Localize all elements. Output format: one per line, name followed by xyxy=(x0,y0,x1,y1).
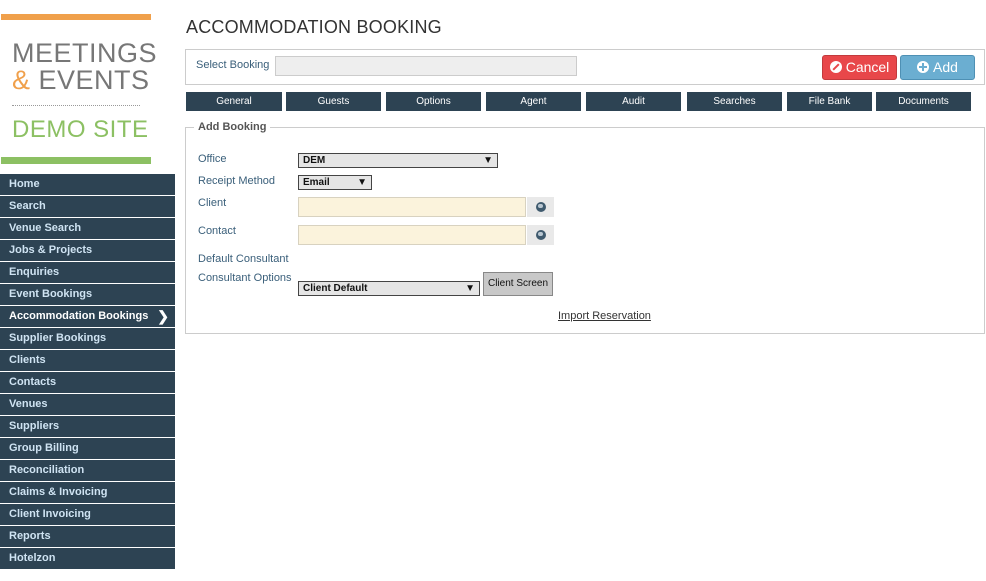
chevron-right-icon: ❯ xyxy=(157,308,169,324)
caret-down-icon: ▼ xyxy=(465,283,475,294)
sidebar-item-label: Suppliers xyxy=(9,420,60,432)
sidebar-item-label: Hotelzon xyxy=(9,552,56,564)
sidebar-item-label: Contacts xyxy=(9,376,57,388)
client-label: Client xyxy=(198,197,227,209)
caret-down-icon: ▼ xyxy=(483,155,493,166)
sidebar-item-label: Reconciliation xyxy=(9,464,85,476)
sidebar-item-reports[interactable]: Reports xyxy=(0,526,175,547)
office-label: Office xyxy=(198,153,227,165)
sidebar-item-jobs-projects[interactable]: Jobs & Projects xyxy=(0,240,175,261)
sidebar-item-venue-search[interactable]: Venue Search xyxy=(0,218,175,239)
contact-label: Contact xyxy=(198,225,236,237)
import-reservation-link[interactable]: Import Reservation xyxy=(558,310,651,322)
sidebar-item-home[interactable]: Home xyxy=(0,174,175,195)
sidebar-item-label: Jobs & Projects xyxy=(9,244,93,256)
sidebar-item-label: Enquiries xyxy=(9,266,60,278)
sidebar-item-label: Reports xyxy=(9,530,51,542)
tab-documents[interactable]: Documents xyxy=(876,92,971,111)
sidebar-item-label: Client Invoicing xyxy=(9,508,91,520)
sidebar-item-label: Accommodation Bookings xyxy=(9,310,149,322)
sidebar-item-search[interactable]: Search xyxy=(0,196,175,217)
sidebar-item-venues[interactable]: Venues xyxy=(0,394,175,415)
add-button[interactable]: Add xyxy=(900,55,975,80)
consultant-options-select[interactable]: Client Default ▼ xyxy=(298,281,480,296)
sidebar-item-client-invoicing[interactable]: Client Invoicing xyxy=(0,504,175,525)
sidebar-item-label: Group Billing xyxy=(9,442,79,454)
sidebar-item-label: Home xyxy=(9,178,40,190)
globe-icon xyxy=(536,202,546,212)
sidebar-item-label: Claims & Invoicing xyxy=(9,486,108,498)
sidebar-item-accommodation-bookings[interactable]: Accommodation Bookings ❯ xyxy=(0,306,175,327)
receipt-method-label: Receipt Method xyxy=(198,175,276,187)
sidebar-nav: Home Search Venue Search Jobs & Projects… xyxy=(0,174,175,570)
sidebar-item-label: Event Bookings xyxy=(9,288,93,300)
sidebar-item-group-billing[interactable]: Group Billing xyxy=(0,438,175,459)
ban-icon xyxy=(829,61,842,73)
client-screen-button[interactable]: Client Screen xyxy=(483,272,553,296)
sidebar-item-label: Venues xyxy=(9,398,48,410)
receipt-method-select-value: Email xyxy=(303,177,330,188)
add-button-label: Add xyxy=(933,59,958,75)
select-booking-label: Select Booking xyxy=(196,59,270,71)
tab-guests[interactable]: Guests xyxy=(286,92,381,111)
receipt-method-select[interactable]: Email ▼ xyxy=(298,175,372,190)
sidebar-item-label: Search xyxy=(9,200,46,212)
sidebar-item-event-bookings[interactable]: Event Bookings xyxy=(0,284,175,305)
sidebar-item-label: Venue Search xyxy=(9,222,82,234)
office-select-value: DEM xyxy=(303,155,326,166)
sidebar-item-reconciliation[interactable]: Reconciliation xyxy=(0,460,175,481)
cancel-button[interactable]: Cancel xyxy=(822,55,897,80)
sidebar-item-label: Clients xyxy=(9,354,46,366)
add-booking-legend: Add Booking xyxy=(194,121,271,133)
sidebar-item-suppliers[interactable]: Suppliers xyxy=(0,416,175,437)
sidebar-item-hotelzon[interactable]: Hotelzon xyxy=(0,548,175,569)
logo-events-text: EVENTS xyxy=(30,65,150,95)
tab-audit[interactable]: Audit xyxy=(586,92,681,111)
sidebar-item-enquiries[interactable]: Enquiries xyxy=(0,262,175,283)
tab-file-bank[interactable]: File Bank xyxy=(787,92,872,111)
consultant-options-select-value: Client Default xyxy=(303,283,368,294)
add-booking-panel: Add Booking Office DEM ▼ Receipt Method E… xyxy=(185,121,985,334)
contact-lookup-button[interactable] xyxy=(527,225,554,245)
logo-line-events: & EVENTS xyxy=(12,65,150,96)
page-title: ACCOMMODATION BOOKING xyxy=(186,17,442,37)
tab-agent[interactable]: Agent xyxy=(486,92,581,111)
client-lookup-button[interactable] xyxy=(527,197,554,217)
logo-ampersand: & xyxy=(12,65,31,95)
sidebar-item-supplier-bookings[interactable]: Supplier Bookings xyxy=(0,328,175,349)
logo-divider xyxy=(12,105,140,106)
client-input[interactable] xyxy=(298,197,526,217)
sidebar-item-clients[interactable]: Clients xyxy=(0,350,175,371)
tab-general[interactable]: General xyxy=(186,92,282,111)
site-logo: MEETINGS & EVENTS DEMO SITE xyxy=(0,14,157,165)
consultant-options-label: Consultant Options xyxy=(198,272,292,284)
sidebar-item-contacts[interactable]: Contacts xyxy=(0,372,175,393)
logo-line-demo-site: DEMO SITE xyxy=(12,116,149,143)
caret-down-icon: ▼ xyxy=(357,177,367,188)
default-consultant-label: Default Consultant xyxy=(198,253,289,265)
globe-icon xyxy=(536,230,546,240)
select-booking-bar: Select Booking Cancel Add xyxy=(185,49,985,85)
logo-top-bar xyxy=(1,14,151,20)
tab-options[interactable]: Options xyxy=(386,92,481,111)
contact-input[interactable] xyxy=(298,225,526,245)
logo-bottom-bar xyxy=(1,157,151,164)
select-booking-input[interactable] xyxy=(275,56,577,76)
office-select[interactable]: DEM ▼ xyxy=(298,153,498,168)
tab-searches[interactable]: Searches xyxy=(687,92,782,111)
sidebar-item-label: Supplier Bookings xyxy=(9,332,107,344)
plus-circle-icon xyxy=(917,61,930,73)
sidebar-item-claims-invoicing[interactable]: Claims & Invoicing xyxy=(0,482,175,503)
cancel-button-label: Cancel xyxy=(845,59,890,75)
